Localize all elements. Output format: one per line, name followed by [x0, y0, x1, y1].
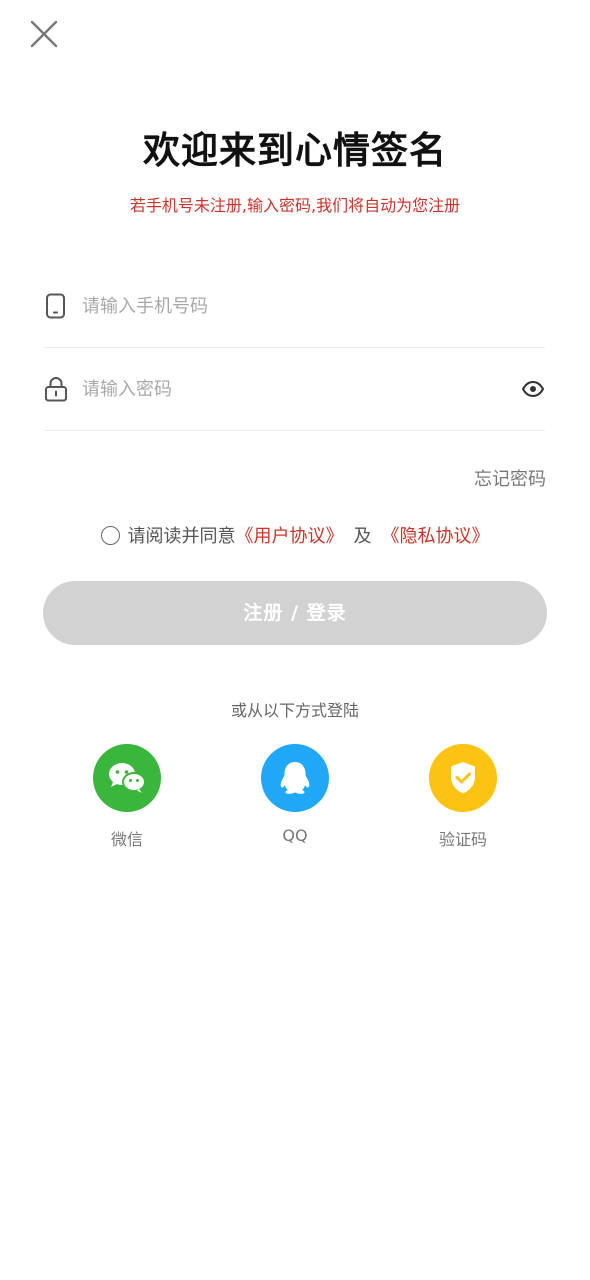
agreement-prefix: 请阅读并同意: [127, 526, 236, 547]
wechat-login-button[interactable]: 微信: [67, 744, 187, 850]
eye-icon: [521, 380, 545, 398]
qq-icon-circle: [261, 744, 329, 812]
register-hint: 若手机号未注册,输入密码,我们将自动为您注册: [129, 196, 461, 215]
wechat-icon: [109, 763, 146, 793]
wechat-icon-circle: [93, 744, 161, 812]
forgot-password-link[interactable]: 忘记密码: [474, 465, 546, 491]
register-login-button[interactable]: 注册 / 登录: [43, 581, 547, 645]
wechat-label: 微信: [110, 830, 143, 849]
password-field-row: [44, 349, 545, 431]
phone-field-row: [44, 266, 545, 348]
password-input[interactable]: [82, 371, 482, 407]
agreement-row: 请阅读并同意《用户协议》及《隐私协议》: [0, 524, 590, 550]
agreement-and: 及: [353, 526, 372, 547]
close-icon: [30, 20, 58, 48]
qq-icon: [280, 762, 310, 794]
other-login-title: 或从以下方式登陆: [230, 701, 359, 720]
shield-check-icon: [451, 762, 475, 794]
phone-icon: [46, 293, 65, 319]
verification-code-label: 验证码: [438, 830, 487, 849]
page-title: 欢迎来到心情签名: [143, 129, 447, 172]
lock-icon: [45, 377, 67, 402]
phone-input[interactable]: [82, 288, 482, 324]
shield-icon-circle: [429, 744, 497, 812]
toggle-password-visibility[interactable]: [521, 377, 545, 401]
qq-login-button[interactable]: QQ: [235, 744, 355, 845]
privacy-policy-link[interactable]: 《隐私协议》: [382, 526, 490, 547]
close-button[interactable]: [26, 16, 62, 52]
user-agreement-link[interactable]: 《用户协议》: [236, 526, 344, 547]
qq-label: QQ: [282, 826, 308, 845]
verification-code-login-button[interactable]: 验证码: [403, 744, 523, 850]
agree-radio[interactable]: [100, 525, 120, 545]
